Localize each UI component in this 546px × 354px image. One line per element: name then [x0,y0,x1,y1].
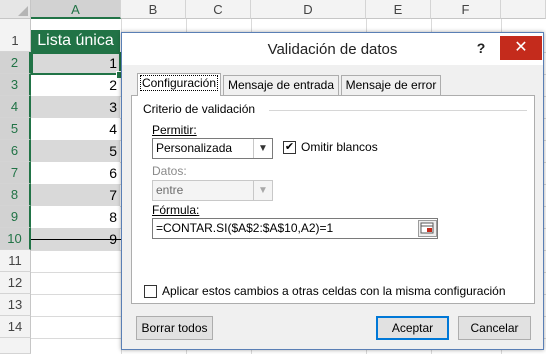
cell-a7[interactable]: 6 [31,162,120,184]
column-header-f[interactable]: F [431,0,501,19]
tab-configuracion[interactable]: Configuración [137,73,221,96]
tab-panel-configuracion: Criterio de validación Permitir: Persona… [131,95,535,304]
formula-label-text: Fórmula: [152,203,200,217]
allow-select[interactable]: Personalizada ▼ [152,138,273,159]
ok-button[interactable]: Aceptar [376,316,449,340]
chevron-down-icon: ▼ [253,139,272,158]
row-header-10[interactable]: 10 [0,228,31,250]
column-header-c[interactable]: C [186,0,251,19]
column-header-g[interactable] [501,0,546,19]
data-validation-dialog: Validación de datos ? ✕ Configuración Me… [121,32,544,350]
row-header-2[interactable]: 2 [0,52,31,74]
allow-select-value: Personalizada [156,141,233,155]
cell-a5[interactable]: 4 [31,118,120,140]
row-header-13[interactable]: 13 [0,294,31,316]
section-title: Criterio de validación [143,102,256,116]
ignore-blank-label[interactable]: Omitir blancos [301,140,378,154]
cell-a8[interactable]: 7 [31,184,120,206]
range-selector-button[interactable] [418,220,437,237]
allow-label-text: Permitir: [152,123,197,137]
data-select: entre ▼ [152,180,273,201]
help-button[interactable]: ? [470,37,492,59]
row-header-14[interactable]: 14 [0,316,31,338]
apply-all-checkbox[interactable] [144,285,157,298]
select-all-triangle-icon [18,6,28,16]
clear-all-button[interactable]: Borrar todos [136,316,213,340]
row-header-15[interactable] [0,338,31,354]
column-header-e[interactable]: E [366,0,431,19]
row-header-11[interactable]: 11 [0,250,31,272]
cancel-button[interactable]: Cancelar [458,316,531,340]
column-header-b[interactable]: B [121,0,186,19]
column-header-a[interactable]: A [31,0,121,19]
row-header-6[interactable]: 6 [0,140,31,162]
row-header-12[interactable]: 12 [0,272,31,294]
data-label: Datos: [152,164,187,178]
cell-a4[interactable]: 3 [31,96,120,118]
cell-a6[interactable]: 5 [31,140,120,162]
range-selector-icon [420,222,434,234]
row-header-8[interactable]: 8 [0,184,31,206]
data-select-value: entre [156,183,184,197]
formula-label: Fórmula: [152,203,199,217]
allow-label: Permitir: [152,123,197,137]
row-header-9[interactable]: 9 [0,206,31,228]
row-header-5[interactable]: 5 [0,118,31,140]
cell-a1-header[interactable]: Lista única [31,30,120,52]
formula-input[interactable]: =CONTAR.SI($A$2:$A$10,A2)=1 [152,218,438,239]
apply-all-label[interactable]: Aplicar estos cambios a otras celdas con… [162,284,506,298]
column-header-d[interactable]: D [251,0,366,19]
close-button[interactable]: ✕ [500,36,542,60]
cell-a3[interactable]: 2 [31,74,120,96]
row-header-7[interactable]: 7 [0,162,31,184]
active-cell-border [31,52,121,75]
cell-a9[interactable]: 8 [31,206,120,228]
row-header-1[interactable]: 1 [0,30,31,52]
chevron-down-icon: ▼ [253,181,272,200]
range-bottom-border [31,239,121,240]
dialog-titlebar[interactable]: Validación de datos ? ✕ [122,33,543,65]
row-header-spacer [0,19,31,30]
row-header-3[interactable]: 3 [0,74,31,96]
tab-mensaje-de-entrada[interactable]: Mensaje de entrada [223,75,339,95]
row-header-4[interactable]: 4 [0,96,31,118]
select-all-corner[interactable] [0,0,31,19]
section-separator [269,110,527,111]
tab-mensaje-de-error[interactable]: Mensaje de error [341,75,441,95]
ignore-blank-checkbox[interactable]: ✔ [283,141,296,154]
tab-configuracion-label: Configuración [139,75,219,91]
